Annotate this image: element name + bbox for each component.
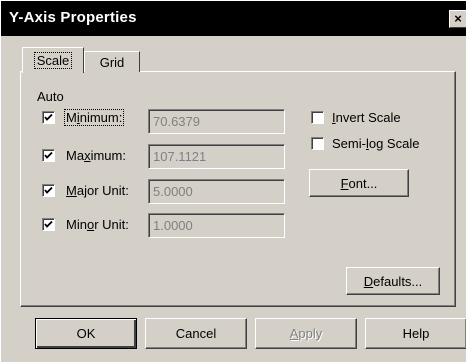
maximum-value: 107.1121 [153,149,207,164]
minimum-label[interactable]: Minimum: [64,109,125,126]
minor-unit-value: 1.0000 [153,218,193,233]
cancel-button[interactable]: Cancel [145,318,247,349]
minor-unit-auto-checkbox[interactable] [42,218,55,231]
ok-button[interactable]: OK [35,318,137,349]
minimum-field[interactable]: 70.6379 [148,109,285,134]
maximum-label[interactable]: Maximum: [66,148,126,163]
close-icon: × [454,11,462,26]
major-unit-value: 5.0000 [153,184,193,199]
major-unit-auto-checkbox[interactable] [42,184,55,197]
tab-grid[interactable]: Grid [84,51,140,72]
auto-group-label: Auto [37,89,64,104]
tab-scale[interactable]: Scale [22,47,84,73]
semi-log-scale-checkbox[interactable] [311,137,324,150]
invert-scale-checkbox[interactable] [311,111,324,124]
font-button[interactable]: Font... [309,169,409,197]
invert-scale-label[interactable]: Invert Scale [332,110,401,125]
defaults-button[interactable]: Defaults... [346,267,440,295]
maximum-auto-checkbox[interactable] [42,149,55,162]
apply-button[interactable]: Apply [255,318,357,349]
help-button[interactable]: Help [365,318,466,349]
title-bar[interactable]: Y-Axis Properties × [1,1,466,36]
minimum-value: 70.6379 [153,114,200,129]
maximum-field[interactable]: 107.1121 [148,144,285,169]
minimum-auto-checkbox[interactable] [42,111,55,124]
dialog-window: Y-Axis Properties × Scale Grid Auto Mini… [0,0,466,362]
minor-unit-field[interactable]: 1.0000 [148,213,285,238]
window-title: Y-Axis Properties [9,9,137,26]
check-icon [44,186,53,194]
minor-unit-label[interactable]: Minor Unit: [66,217,129,232]
check-icon [44,220,53,228]
check-icon [44,151,53,159]
semi-log-scale-label[interactable]: Semi-log Scale [332,136,419,151]
major-unit-field[interactable]: 5.0000 [148,179,285,204]
check-icon [44,113,53,121]
tab-grid-label: Grid [99,55,125,70]
tab-scale-label: Scale [33,52,73,69]
major-unit-label[interactable]: Major Unit: [66,183,129,198]
close-button[interactable]: × [449,10,466,28]
